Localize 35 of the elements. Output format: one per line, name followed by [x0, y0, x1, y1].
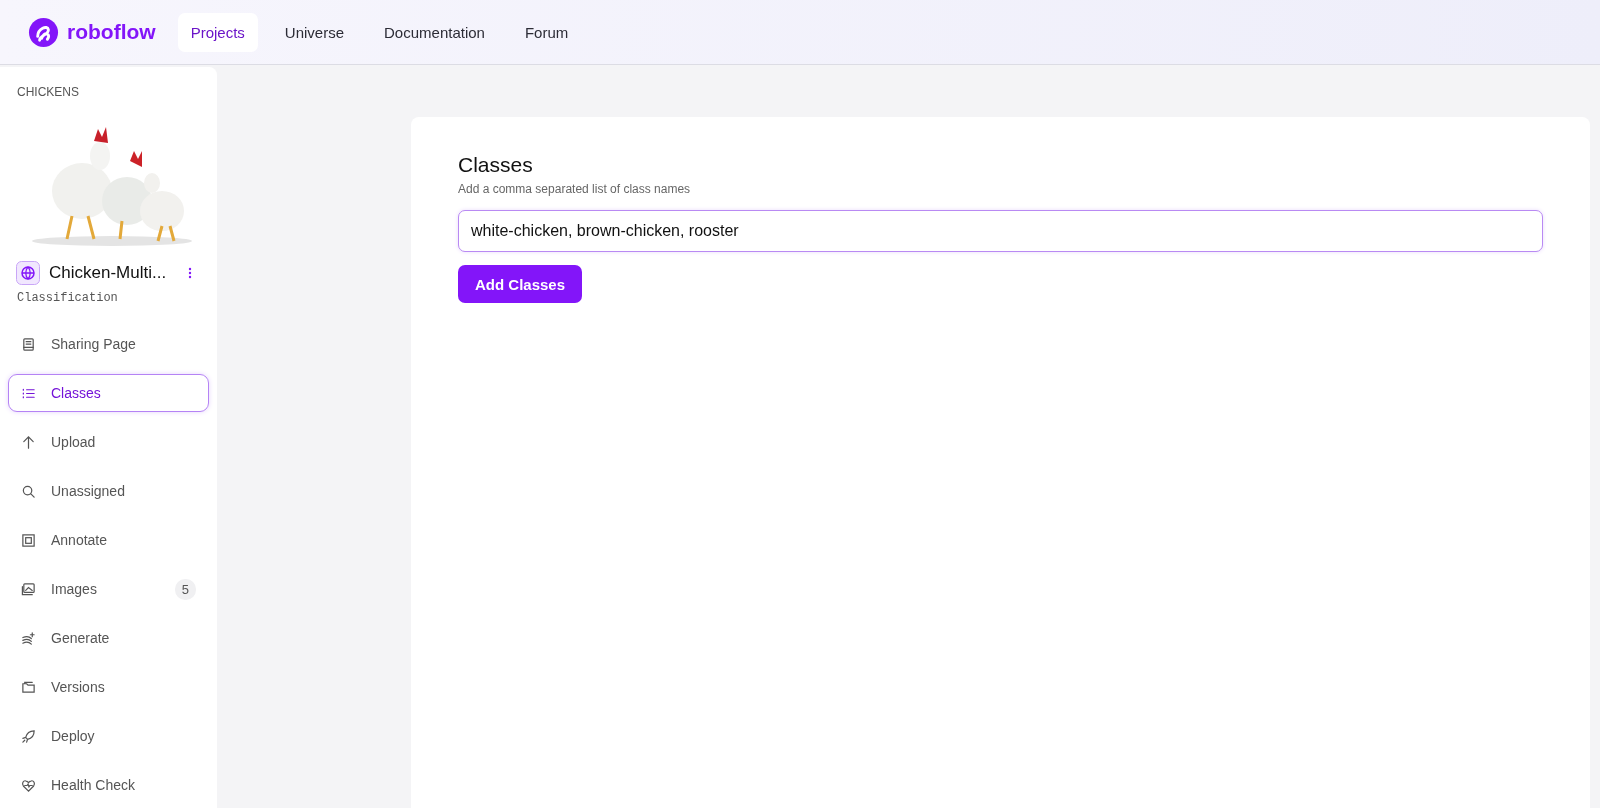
up-icon: [21, 434, 36, 450]
add-classes-button[interactable]: Add Classes: [458, 265, 583, 303]
sidebar-item[interactable]: Unassigned: [8, 472, 209, 510]
images-icon: [21, 581, 36, 597]
logo-icon: [28, 16, 59, 48]
heart-icon: [21, 777, 36, 793]
nav-link[interactable]: Universe: [271, 12, 358, 52]
sidebar-item[interactable]: Annotate: [8, 521, 209, 559]
nav-link[interactable]: Forum: [511, 12, 582, 52]
sidebar-item[interactable]: Generate: [8, 619, 209, 657]
folder-icon: [21, 679, 36, 695]
sidebar-item[interactable]: Sharing Page: [8, 325, 209, 363]
sidebar-item[interactable]: Upload: [8, 423, 209, 461]
project-name: Chicken-Multi...: [49, 263, 168, 283]
search-icon: [21, 483, 36, 499]
book-icon: [21, 336, 36, 352]
sparkle-icon: [21, 630, 36, 646]
sidebar-item[interactable]: Health Check: [8, 766, 209, 804]
sidebar-item[interactable]: Images 5: [8, 570, 209, 608]
logo-text: roboflow: [67, 20, 156, 44]
count-badge: 5: [174, 578, 196, 600]
rocket-icon: [21, 728, 36, 744]
nav-link[interactable]: Documentation: [371, 12, 498, 52]
sidebar-item[interactable]: Versions: [8, 668, 209, 706]
section-subtitle: Add a comma separated list of class names: [458, 182, 691, 196]
sidebar-item[interactable]: Deploy: [8, 717, 209, 755]
more-icon[interactable]: [188, 267, 192, 279]
workspace-name: CHICKENS: [16, 85, 80, 99]
sidebar-item[interactable]: Classes: [8, 374, 209, 412]
classes-input-field[interactable]: white-chicken, brown-chicken, rooster: [458, 210, 1543, 252]
project-type: Classification: [16, 291, 119, 305]
frame-icon: [21, 532, 36, 548]
section-title: Classes: [458, 153, 533, 177]
globe-icon: [16, 261, 40, 285]
nav-link[interactable]: Projects: [177, 12, 258, 52]
